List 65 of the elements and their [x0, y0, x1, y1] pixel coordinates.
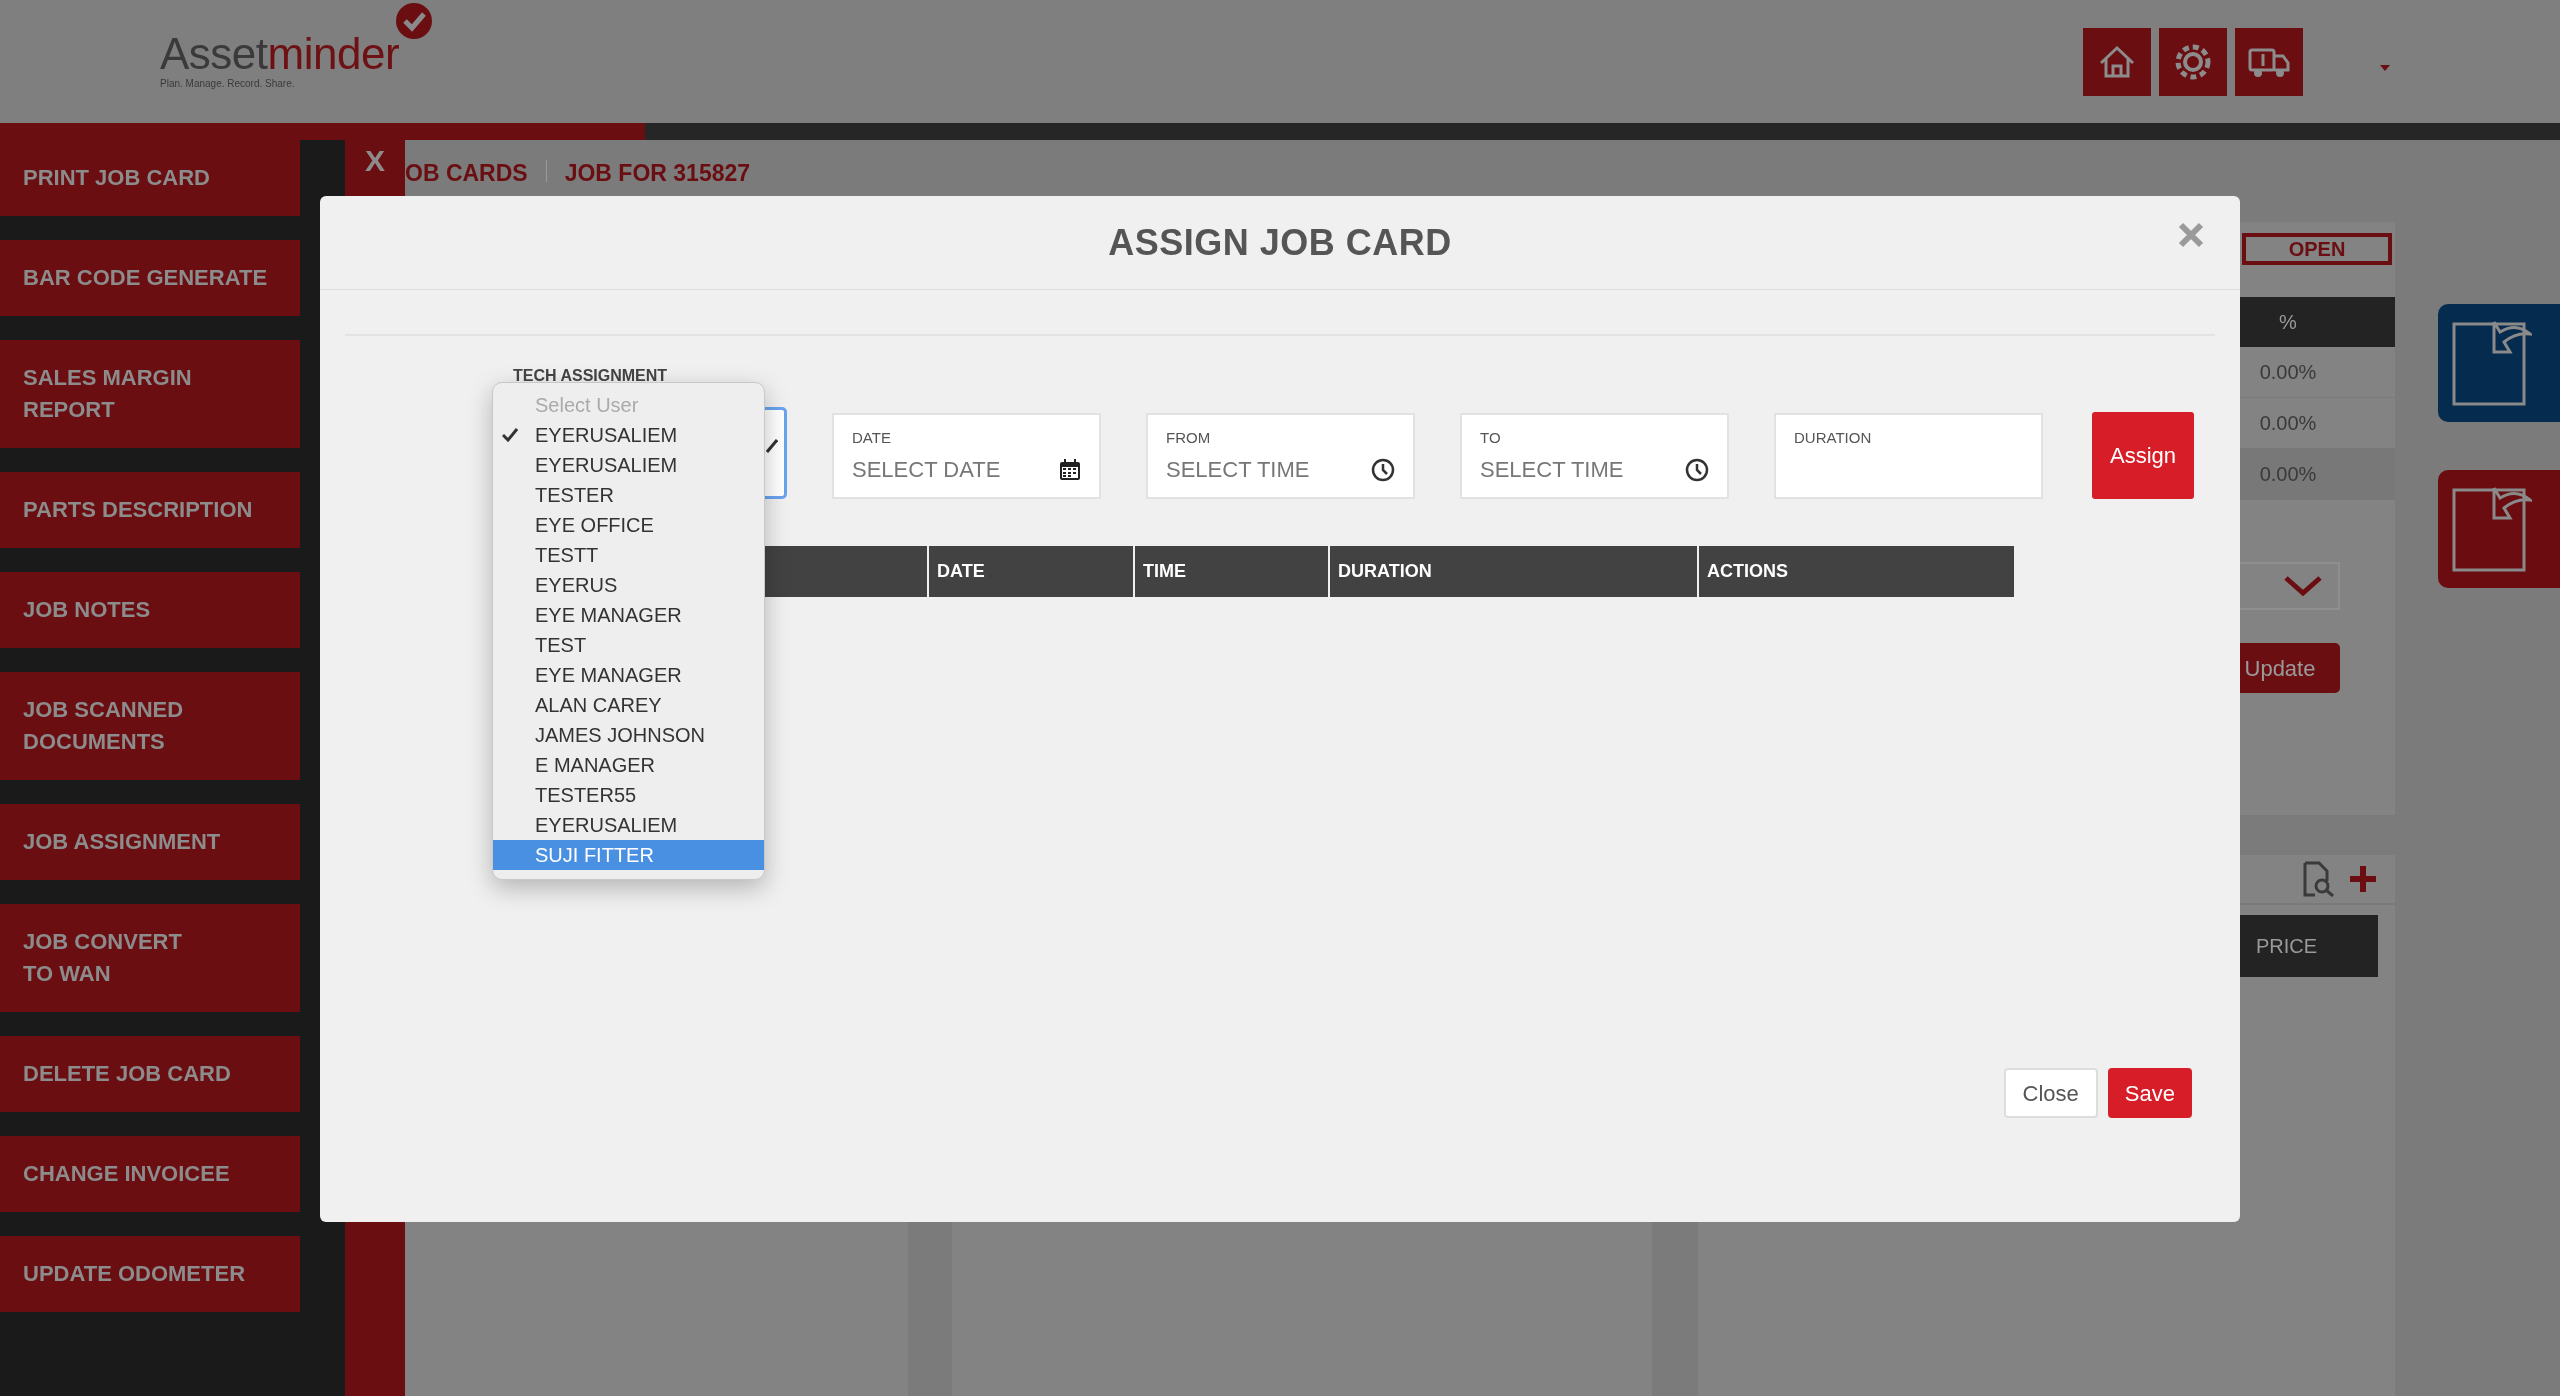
caret-icon [766, 438, 778, 454]
sidebar-button[interactable]: CHANGE INVOICEE [0, 1136, 300, 1212]
chevron-down-icon [2284, 576, 2322, 596]
sidebar-button[interactable]: PRINT JOB CARD [0, 140, 300, 216]
input-field[interactable]: SELECT DATE [852, 453, 1032, 486]
action-tile[interactable] [2438, 470, 2560, 588]
dropdown-option[interactable]: TEST [493, 630, 764, 660]
logo-text: Asset [160, 32, 268, 76]
dropdown-option[interactable]: EYERUSALIEM [493, 450, 764, 480]
modal-title: ASSIGN JOB CARD [1108, 220, 1452, 265]
dropdown-option[interactable]: ALAN CAREY [493, 690, 764, 720]
dropdown-option[interactable]: EYERUSALIEM [493, 810, 764, 840]
clock-icon[interactable] [1371, 457, 1395, 482]
dropdown-option[interactable]: EYERUS [493, 570, 764, 600]
input-field[interactable]: SELECT TIME [1166, 453, 1346, 486]
table-header: DATE [929, 546, 1135, 597]
close-icon[interactable] [2178, 222, 2204, 248]
dropdown-option[interactable]: EYE MANAGER [493, 660, 764, 690]
save-button[interactable]: Save [2107, 1068, 2192, 1118]
sidebar-button[interactable]: JOB CONVERT TO WAN [0, 904, 300, 1012]
sidebar-button[interactable]: JOB NOTES [0, 572, 300, 648]
status-tag: OPEN [2242, 233, 2392, 265]
dropdown-option[interactable]: EYERUSALIEM [493, 420, 764, 450]
sidebar-button[interactable]: JOB SCANNED DOCUMENTS [0, 672, 300, 780]
plus-icon[interactable] [2349, 865, 2377, 893]
field-label: TECH ASSIGNMENT [513, 367, 669, 385]
dropdown-option[interactable]: TESTT [493, 540, 764, 570]
text-field[interactable]: DURATION [1774, 413, 2043, 499]
time-field[interactable]: TO SELECT TIME [1460, 413, 1729, 499]
date-field[interactable]: DATE SELECT DATE [832, 413, 1101, 499]
field-label: TO [1480, 429, 1502, 447]
field-label: DATE [852, 429, 892, 447]
header-icon-button[interactable] [2159, 27, 2227, 96]
dropdown-option[interactable]: TESTER55 [493, 780, 764, 810]
clock-icon[interactable] [1685, 457, 1709, 482]
sidebar-button[interactable]: PARTS DESCRIPTION [0, 472, 300, 548]
document-search-icon[interactable] [2301, 861, 2335, 897]
logo-text: minder [267, 32, 400, 76]
header-icon-button[interactable] [2083, 27, 2151, 96]
sidebar-button[interactable]: SALES MARGIN REPORT [0, 340, 300, 448]
dropdown-option[interactable]: EYE OFFICE [493, 510, 764, 540]
calendar-icon[interactable] [1059, 458, 1081, 481]
close-sidebar-button[interactable]: X [345, 140, 405, 180]
dropdown-option[interactable]: EYE MANAGER [493, 600, 764, 630]
close-button[interactable]: Close [2003, 1068, 2098, 1118]
assign-button[interactable]: Assign [2092, 412, 2194, 499]
sidebar-button[interactable]: JOB ASSIGNMENT [0, 804, 300, 880]
sidebar-button[interactable]: DELETE JOB CARD [0, 1036, 300, 1112]
field-label: DURATION [1794, 429, 1873, 447]
action-tile[interactable] [2438, 304, 2560, 422]
table-header: ACTIONS [1699, 546, 2016, 597]
caret-icon[interactable] [2380, 64, 2390, 71]
table-header: PRICE [2238, 915, 2378, 977]
dropdown-option[interactable]: TESTER [493, 480, 764, 510]
table-header: TIME [1135, 546, 1330, 597]
dropdown-option[interactable]: JAMES JOHNSON [493, 720, 764, 750]
time-field[interactable]: FROM SELECT TIME [1146, 413, 1415, 499]
input-field[interactable]: SELECT TIME [1480, 453, 1660, 486]
header-icon-button[interactable] [2235, 27, 2303, 96]
sidebar-button[interactable]: BAR CODE GENERATE [0, 240, 300, 316]
logo-tagline: Plan. Manage. Record. Share. [160, 77, 296, 91]
dropdown-option[interactable]: E MANAGER [493, 750, 764, 780]
sidebar-button[interactable]: UPDATE ODOMETER [0, 1236, 300, 1312]
field-label: FROM [1166, 429, 1212, 447]
table-header: DURATION [1330, 546, 1699, 597]
